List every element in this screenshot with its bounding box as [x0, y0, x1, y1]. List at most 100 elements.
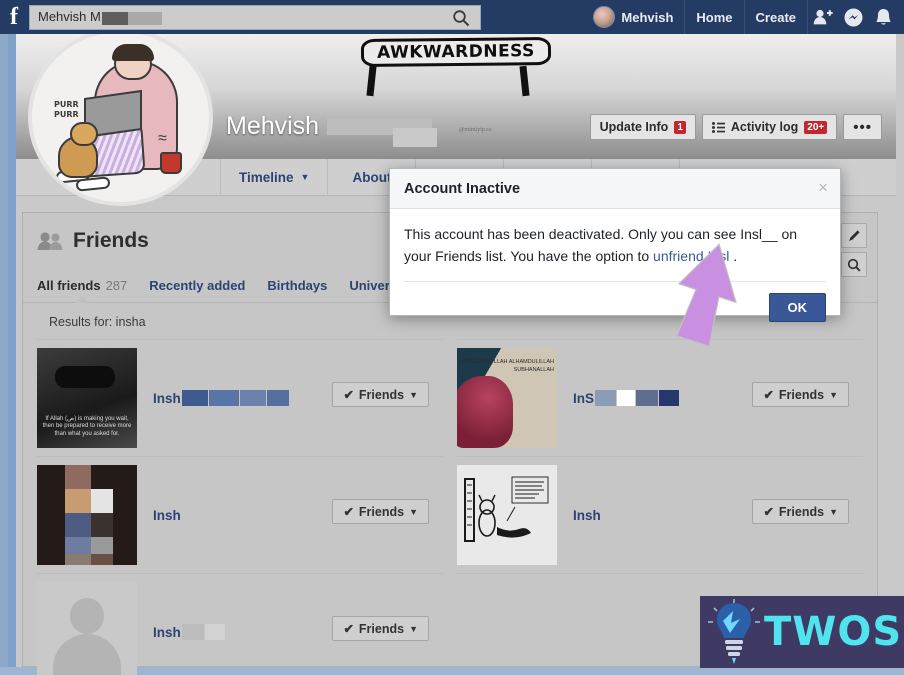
search-icon[interactable] — [452, 9, 470, 27]
friend-requests-icon[interactable] — [808, 0, 838, 34]
watermark: TWOS — [700, 596, 904, 668]
profile-name-text: Mehvish — [226, 112, 320, 140]
friends-status-label: Friends — [778, 504, 825, 519]
friend-name[interactable]: Insh — [153, 508, 181, 523]
update-info-label: Update Info — [599, 120, 669, 134]
cover-credit: @mimiyip.ca — [459, 127, 492, 133]
table-row[interactable]: ASTAGHFIRULLAH ALHAMDULILLAH SUBHANALLAH… — [457, 339, 863, 456]
nav-create[interactable]: Create — [745, 0, 808, 34]
messenger-icon[interactable] — [838, 0, 868, 34]
activity-log-badge: 20+ — [804, 120, 828, 134]
notifications-icon[interactable] — [868, 0, 898, 34]
table-row[interactable]: If Allah (ص) is making you wait, then be… — [37, 339, 443, 456]
default-avatar — [37, 582, 137, 675]
chevron-down-icon: ▼ — [829, 506, 838, 517]
friend-thumbnail[interactable]: ASTAGHFIRULLAH ALHAMDULILLAH SUBHANALLAH — [457, 348, 557, 448]
friends-status-button[interactable]: ✔ Friends ▼ — [332, 616, 429, 641]
check-icon: ✔ — [343, 388, 354, 402]
illustration-mug — [160, 152, 182, 174]
table-row[interactable]: Insh ✔ Friends ▼ — [37, 573, 443, 675]
dialog-title: Account Inactive — [404, 180, 521, 197]
redacted-name-block — [595, 390, 617, 406]
search-input[interactable]: Mehvish M — [29, 4, 481, 30]
more-options-button[interactable]: ••• — [843, 114, 882, 140]
account-inactive-dialog: Account Inactive × This account has been… — [389, 168, 841, 322]
tab-about-label: About — [352, 169, 392, 185]
check-icon: ✔ — [763, 388, 774, 402]
friend-name[interactable]: InS — [573, 390, 680, 406]
friend-name[interactable]: Insh — [153, 390, 289, 406]
people-icon — [37, 232, 63, 250]
profile-picture[interactable]: PURR PURR ≈ — [28, 28, 213, 206]
update-info-button[interactable]: Update Info 1 — [589, 114, 696, 140]
friends-tab-recently-added[interactable]: Recently added — [149, 278, 245, 293]
redacted-name-block — [266, 390, 289, 406]
friends-status-button[interactable]: ✔ Friends ▼ — [332, 499, 429, 524]
friend-name-text: Insh — [153, 624, 181, 640]
friend-thumbnail[interactable] — [457, 465, 557, 565]
comic-drawing — [464, 476, 549, 542]
facebook-logo-icon[interactable]: f — [3, 0, 25, 34]
nav-profile[interactable]: Mehvish — [593, 0, 686, 34]
avatar — [593, 6, 616, 28]
watermark-text: TWOS — [764, 609, 903, 655]
illustration-purr-text: PURR PURR — [54, 100, 79, 119]
search-input-value: Mehvish M — [30, 9, 162, 25]
close-icon[interactable]: × — [818, 179, 828, 197]
friend-thumb-text: ASTAGHFIRULLAH ALHAMDULILLAH SUBHANALLAH — [458, 359, 554, 373]
redacted-surname-2 — [393, 128, 437, 147]
friend-thumbnail[interactable] — [37, 465, 137, 565]
mosaic-photo — [37, 465, 137, 565]
tab-timeline[interactable]: Timeline ▼ — [221, 159, 329, 195]
table-row[interactable]: Insh ✔ Friends ▼ — [457, 456, 863, 573]
friends-status-button[interactable]: ✔ Friends ▼ — [752, 382, 849, 407]
top-nav-right: Mehvish Home Create — [593, 0, 904, 34]
illustration-cat-head — [70, 122, 98, 146]
unfriend-link[interactable]: unfriend Insl — [653, 248, 729, 264]
avatar-body — [53, 634, 121, 675]
activity-log-button[interactable]: Activity log 20+ — [701, 114, 838, 140]
friends-status-label: Friends — [358, 504, 405, 519]
friend-thumbnail[interactable] — [37, 582, 137, 675]
redacted-name-block — [659, 390, 680, 406]
friends-status-label: Friends — [358, 621, 405, 636]
nav-profile-label: Mehvish — [621, 9, 674, 25]
dialog-body: This account has been deactivated. Only … — [390, 209, 840, 282]
redacted-name-block — [204, 624, 225, 640]
quote-photo: If Allah (ص) is making you wait, then be… — [37, 348, 137, 448]
friends-tab-all-count: 287 — [105, 278, 128, 293]
friend-name-text: Insh — [153, 390, 181, 406]
friends-status-label: Friends — [358, 387, 405, 402]
redacted-name-block — [239, 390, 266, 406]
friends-status-button[interactable]: ✔ Friends ▼ — [332, 382, 429, 407]
illustration-hair — [112, 44, 154, 61]
redacted-search-1 — [101, 11, 128, 25]
table-row[interactable]: Insh ✔ Friends ▼ — [37, 456, 443, 573]
friend-name[interactable]: Insh — [573, 508, 601, 523]
friend-name[interactable]: Insh — [153, 624, 225, 640]
name-gap — [617, 390, 636, 406]
friends-tab-all[interactable]: All friends 287 — [37, 278, 127, 293]
check-icon: ✔ — [763, 505, 774, 519]
calvin-comic — [457, 465, 557, 565]
ok-button[interactable]: OK — [768, 292, 826, 322]
friends-tab-birthdays[interactable]: Birthdays — [267, 278, 327, 293]
friends-status-button[interactable]: ✔ Friends ▼ — [752, 499, 849, 524]
nav-home[interactable]: Home — [685, 0, 745, 34]
edit-friends-button[interactable] — [841, 223, 867, 248]
friends-title: Friends — [73, 229, 149, 252]
chevron-down-icon: ▼ — [409, 623, 418, 634]
left-scroll-edge — [8, 34, 16, 675]
chevron-down-icon: ▼ — [409, 389, 418, 400]
check-icon: ✔ — [343, 505, 354, 519]
illustration-foot-2 — [75, 176, 111, 192]
chevron-down-icon: ▼ — [829, 389, 838, 400]
friend-thumbnail[interactable]: If Allah (ص) is making you wait, then be… — [37, 348, 137, 448]
hijab-photo: ASTAGHFIRULLAH ALHAMDULILLAH SUBHANALLAH — [457, 348, 557, 448]
tab-timeline-label: Timeline — [239, 169, 294, 185]
redacted-name-block — [636, 390, 659, 406]
search-value-text: Mehvish M — [38, 9, 101, 25]
friend-thumb-text: If Allah (ص) is making you wait, then be… — [42, 415, 132, 437]
update-info-badge: 1 — [674, 120, 686, 134]
redacted-name-block — [208, 390, 239, 406]
